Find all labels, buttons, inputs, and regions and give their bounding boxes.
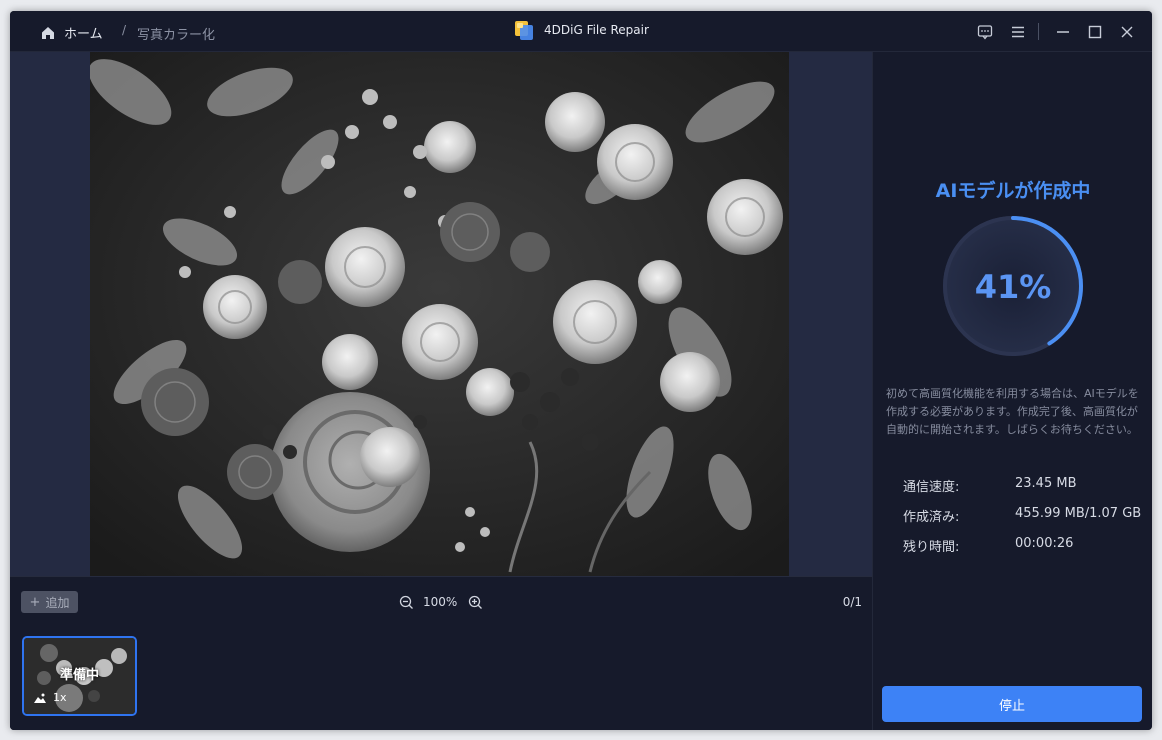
workspace-panel: + 追加 100% 0/1 準備中 1x — [10, 52, 872, 730]
app-window: ホーム / 写真カラー化 4DDiG File Repair + 追加 100%… — [10, 11, 1152, 730]
breadcrumb-separator: / — [122, 23, 127, 37]
home-icon — [42, 26, 54, 39]
home-link[interactable]: ホーム — [40, 23, 103, 42]
info-note: 初めて高画質化機能を利用する場合は、AIモデルを作成する必要があります。作成完了… — [886, 387, 1139, 436]
remaining-value: 00:00:26 — [1015, 536, 1074, 551]
titlebar-divider — [1038, 23, 1039, 40]
ai-model-title: AIモデルが作成中 — [935, 180, 1091, 202]
thumbnail-scale: 1x — [53, 691, 67, 704]
feedback-icon[interactable] — [977, 24, 993, 40]
stop-button[interactable]: 停止 — [882, 686, 1142, 722]
progress-percent: 41% — [974, 268, 1052, 306]
zoom-level: 100% — [423, 595, 458, 609]
thumbnail-strip: 準備中 1x — [10, 627, 872, 730]
image-count: 0/1 — [842, 595, 862, 609]
photo-preview — [90, 52, 789, 576]
minimize-icon[interactable] — [1055, 24, 1071, 40]
progress-panel: AIモデルが作成中 41% 初めて高画質化機能を利用する場合は、AIモデルを作成… — [872, 52, 1152, 730]
image-icon — [34, 693, 46, 703]
preview-toolbar: + 追加 100% 0/1 — [10, 576, 872, 628]
created-label: 作成済み: — [903, 510, 960, 525]
close-icon[interactable] — [1119, 24, 1135, 40]
thumbnail-status: 準備中 — [59, 668, 99, 683]
speed-value: 23.45 MB — [1015, 476, 1077, 491]
title-bar: ホーム / 写真カラー化 4DDiG File Repair — [10, 11, 1152, 52]
app-logo-icon — [515, 21, 533, 40]
menu-icon[interactable] — [1010, 24, 1026, 40]
plus-icon: + — [29, 594, 41, 610]
breadcrumb-current: 写真カラー化 — [137, 28, 216, 43]
zoom-in-icon[interactable] — [468, 595, 483, 610]
zoom-out-icon[interactable] — [399, 595, 414, 610]
created-value: 455.99 MB/1.07 GB — [1015, 506, 1142, 521]
add-button-label: 追加 — [45, 595, 70, 610]
thumbnail-item[interactable]: 準備中 1x — [22, 636, 137, 716]
remaining-label: 残り時間: — [903, 540, 960, 555]
speed-label: 通信速度: — [903, 480, 960, 495]
app-title: 4DDiG File Repair — [544, 23, 649, 37]
app-title-group: 4DDiG File Repair — [514, 19, 649, 41]
thumbnail-scale-badge: 1x — [33, 691, 67, 704]
home-label: ホーム — [64, 27, 103, 42]
add-button[interactable]: + 追加 — [21, 591, 78, 613]
maximize-icon[interactable] — [1087, 24, 1103, 40]
preview-area — [10, 52, 872, 576]
stop-button-label: 停止 — [998, 698, 1025, 714]
